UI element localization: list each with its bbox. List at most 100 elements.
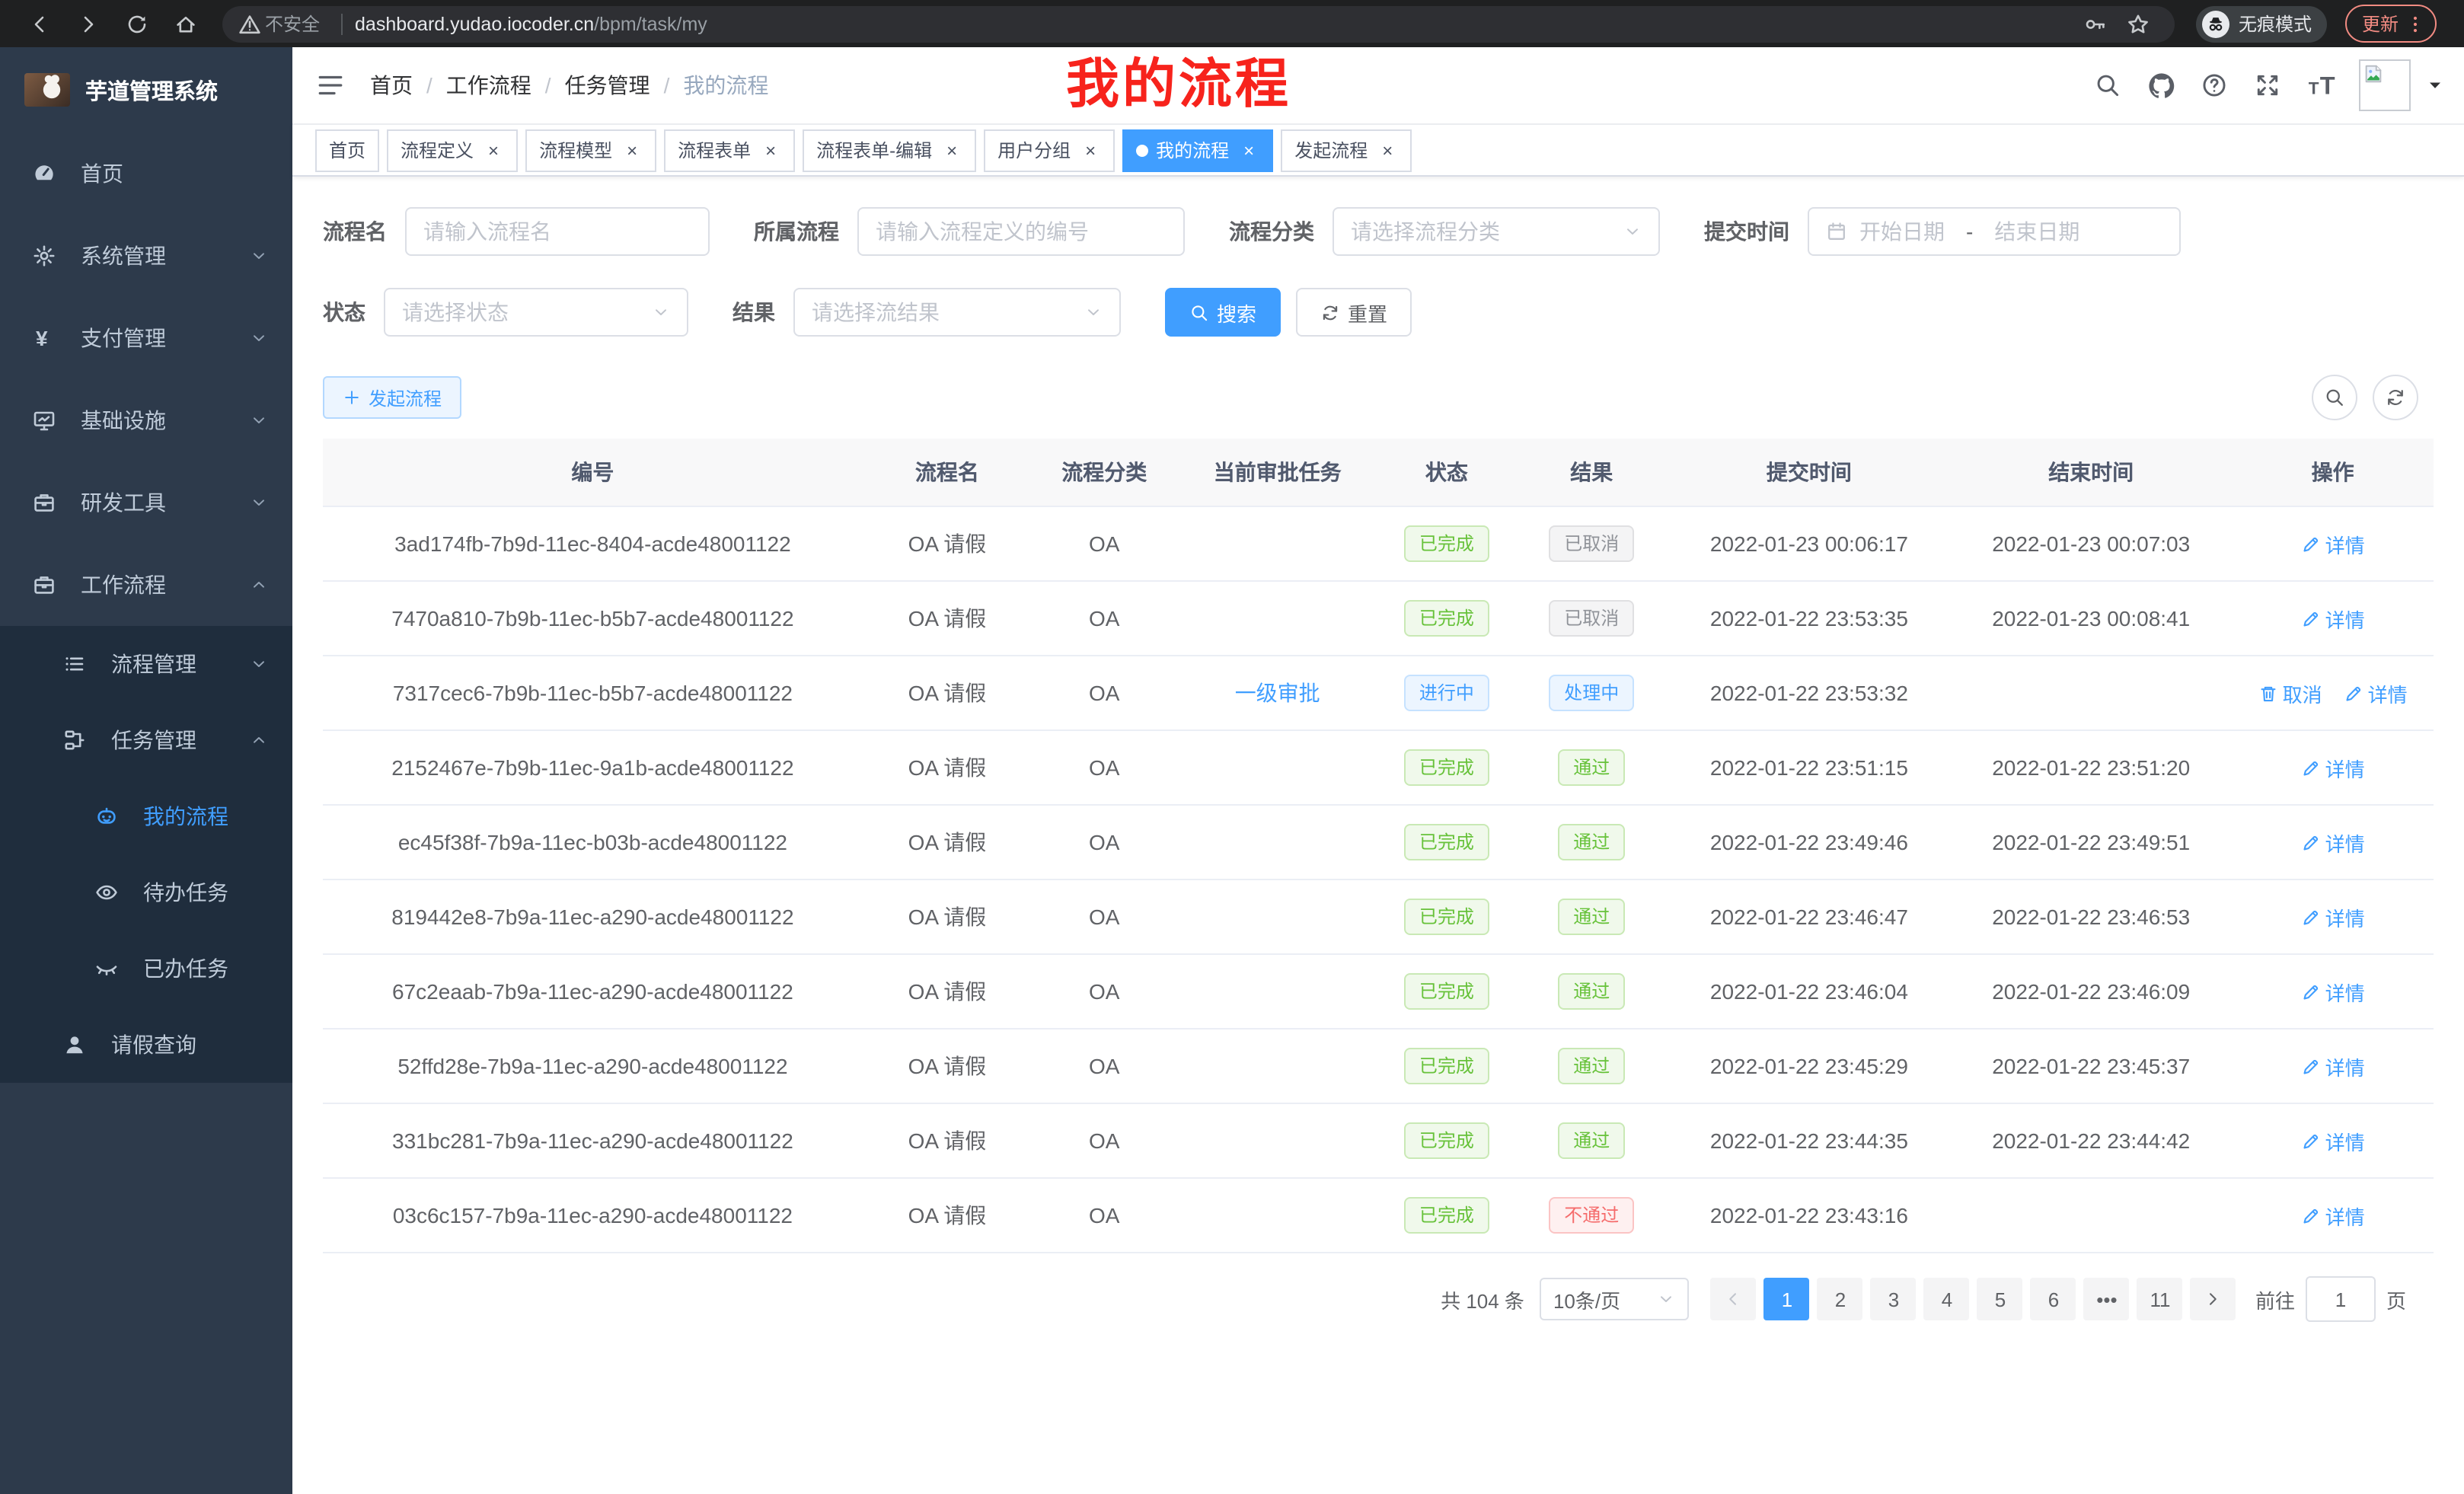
cell-result: 已取消 bbox=[1515, 581, 1668, 656]
sidebar-collapse-icon[interactable] bbox=[315, 70, 346, 101]
filter-select[interactable]: 请选择流程分类 bbox=[1333, 207, 1660, 256]
page-button-4[interactable]: 4 bbox=[1924, 1278, 1970, 1320]
page-button-6[interactable]: 6 bbox=[2031, 1278, 2076, 1320]
cell-actions: 详情 bbox=[2232, 1103, 2434, 1178]
refresh-table-button[interactable] bbox=[2373, 375, 2418, 420]
detail-link[interactable]: 详情 bbox=[2301, 1126, 2365, 1155]
column-header: 流程分类 bbox=[1032, 439, 1176, 506]
reset-button[interactable]: 重置 bbox=[1296, 288, 1412, 337]
tab-6[interactable]: 用户分组× bbox=[984, 129, 1115, 171]
sidebar-item-label: 已办任务 bbox=[143, 953, 228, 984]
detail-link[interactable]: 详情 bbox=[2301, 1052, 2365, 1081]
sidebar-item-11[interactable]: 已办任务 bbox=[0, 931, 292, 1007]
task-link[interactable]: 一级审批 bbox=[1235, 681, 1320, 705]
page-button-11[interactable]: 11 bbox=[2137, 1278, 2183, 1320]
sidebar-item-3[interactable]: ¥支付管理 bbox=[0, 297, 292, 379]
browser-reload-icon[interactable] bbox=[122, 8, 152, 39]
detail-link[interactable]: 详情 bbox=[2301, 529, 2365, 558]
close-icon[interactable]: × bbox=[621, 139, 643, 161]
sidebar-item-5[interactable]: 研发工具 bbox=[0, 461, 292, 544]
sidebar-item-8[interactable]: 任务管理 bbox=[0, 702, 292, 778]
detail-link[interactable]: 详情 bbox=[2301, 1201, 2365, 1230]
detail-link[interactable]: 详情 bbox=[2301, 902, 2365, 931]
tab-1[interactable]: 首页 bbox=[315, 129, 379, 171]
page-button-5[interactable]: 5 bbox=[1977, 1278, 2023, 1320]
browser-back-icon[interactable] bbox=[24, 8, 55, 39]
filter-input[interactable]: 请输入流程名 bbox=[405, 207, 710, 256]
table-row: ec45f38f-7b9a-11ec-b03b-acde48001122OA 请… bbox=[323, 805, 2434, 879]
sidebar-item-12[interactable]: 请假查询 bbox=[0, 1007, 292, 1083]
address-bar[interactable]: 不安全 dashboard.yudao.iocoder.cn /bpm/task… bbox=[222, 5, 2175, 42]
close-icon[interactable]: × bbox=[760, 139, 781, 161]
breadcrumb-item[interactable]: 首页 bbox=[370, 70, 413, 101]
close-icon[interactable]: × bbox=[941, 139, 962, 161]
breadcrumb-item[interactable]: 任务管理 bbox=[565, 70, 650, 101]
filter-select[interactable]: 请选择状态 bbox=[384, 288, 688, 337]
prev-page-button[interactable] bbox=[1711, 1278, 1757, 1320]
cell-status: 已完成 bbox=[1378, 805, 1515, 879]
tab-2[interactable]: 流程定义× bbox=[387, 129, 518, 171]
fullscreen-icon[interactable] bbox=[2252, 70, 2283, 101]
app-logo[interactable]: 芋道管理系统 bbox=[0, 47, 292, 132]
filter-input[interactable]: 请输入流程定义的编号 bbox=[857, 207, 1185, 256]
tab-7[interactable]: 我的流程× bbox=[1122, 129, 1273, 171]
show-search-button[interactable] bbox=[2312, 375, 2357, 420]
close-icon[interactable]: × bbox=[1080, 139, 1101, 161]
page-button-3[interactable]: 3 bbox=[1871, 1278, 1917, 1320]
password-key-icon[interactable] bbox=[2083, 8, 2108, 39]
cell-end-time: 2022-01-22 23:44:42 bbox=[1950, 1103, 2232, 1178]
github-icon[interactable] bbox=[2146, 70, 2176, 101]
bookmark-star-icon[interactable] bbox=[2126, 8, 2150, 39]
plus-icon bbox=[343, 388, 361, 407]
close-icon[interactable]: × bbox=[1377, 139, 1398, 161]
sidebar-item-6[interactable]: 工作流程 bbox=[0, 544, 292, 626]
next-page-button[interactable] bbox=[2191, 1278, 2236, 1320]
start-process-button[interactable]: 发起流程 bbox=[323, 376, 461, 419]
sidebar-item-7[interactable]: 流程管理 bbox=[0, 626, 292, 702]
font-size-icon[interactable]: TT bbox=[2306, 70, 2336, 101]
close-icon[interactable]: × bbox=[1238, 139, 1259, 161]
edit-icon bbox=[2301, 982, 2321, 1001]
detail-link[interactable]: 详情 bbox=[2301, 753, 2365, 782]
tab-4[interactable]: 流程表单× bbox=[664, 129, 795, 171]
browser-home-icon[interactable] bbox=[171, 8, 201, 39]
browser-forward-icon[interactable] bbox=[73, 8, 104, 39]
cancel-link[interactable]: 取消 bbox=[2258, 678, 2322, 707]
filter-select[interactable]: 请选择流结果 bbox=[793, 288, 1121, 337]
tab-8[interactable]: 发起流程× bbox=[1281, 129, 1412, 171]
close-icon[interactable]: × bbox=[483, 139, 504, 161]
avatar-caret-icon[interactable] bbox=[2424, 75, 2446, 96]
page-ellipsis[interactable]: ••• bbox=[2084, 1278, 2130, 1320]
goto-page-input[interactable]: 1 bbox=[2306, 1276, 2376, 1322]
cell-end-time: 2022-01-22 23:49:51 bbox=[1950, 805, 2232, 879]
sidebar-item-10[interactable]: 待办任务 bbox=[0, 854, 292, 931]
incognito-label: 无痕模式 bbox=[2239, 11, 2312, 37]
tab-3[interactable]: 流程模型× bbox=[525, 129, 656, 171]
sidebar-item-2[interactable]: 系统管理 bbox=[0, 215, 292, 297]
page-size-select[interactable]: 10条/页 bbox=[1540, 1278, 1689, 1320]
tab-5[interactable]: 流程表单-编辑× bbox=[803, 129, 976, 171]
tags-view: 首页流程定义×流程模型×流程表单×流程表单-编辑×用户分组×我的流程×发起流程× bbox=[292, 125, 2464, 177]
header-search-icon[interactable] bbox=[2092, 70, 2123, 101]
page-button-1[interactable]: 1 bbox=[1764, 1278, 1810, 1320]
sidebar-item-1[interactable]: 首页 bbox=[0, 132, 292, 215]
sidebar-item-9[interactable]: 我的流程 bbox=[0, 778, 292, 854]
security-warning-icon[interactable] bbox=[238, 8, 262, 39]
cell-actions: 详情 bbox=[2232, 805, 2434, 879]
detail-link[interactable]: 详情 bbox=[2301, 828, 2365, 857]
page-button-2[interactable]: 2 bbox=[1818, 1278, 1863, 1320]
sidebar-item-4[interactable]: 基础设施 bbox=[0, 379, 292, 461]
browser-toolbar: 不安全 dashboard.yudao.iocoder.cn /bpm/task… bbox=[0, 0, 2464, 47]
browser-update-button[interactable]: 更新 bbox=[2345, 5, 2437, 43]
browser-menu-icon[interactable] bbox=[2405, 13, 2426, 34]
sidebar-item-label: 请假查询 bbox=[111, 1030, 196, 1060]
detail-link[interactable]: 详情 bbox=[2301, 604, 2365, 633]
breadcrumb-item[interactable]: 工作流程 bbox=[446, 70, 531, 101]
search-button[interactable]: 搜索 bbox=[1165, 288, 1281, 337]
cell-result: 通过 bbox=[1515, 954, 1668, 1029]
help-icon[interactable] bbox=[2199, 70, 2229, 101]
detail-link[interactable]: 详情 bbox=[2344, 678, 2408, 707]
detail-link[interactable]: 详情 bbox=[2301, 977, 2365, 1006]
avatar[interactable] bbox=[2359, 59, 2411, 111]
date-range-picker[interactable]: 开始日期-结束日期 bbox=[1808, 207, 2181, 256]
